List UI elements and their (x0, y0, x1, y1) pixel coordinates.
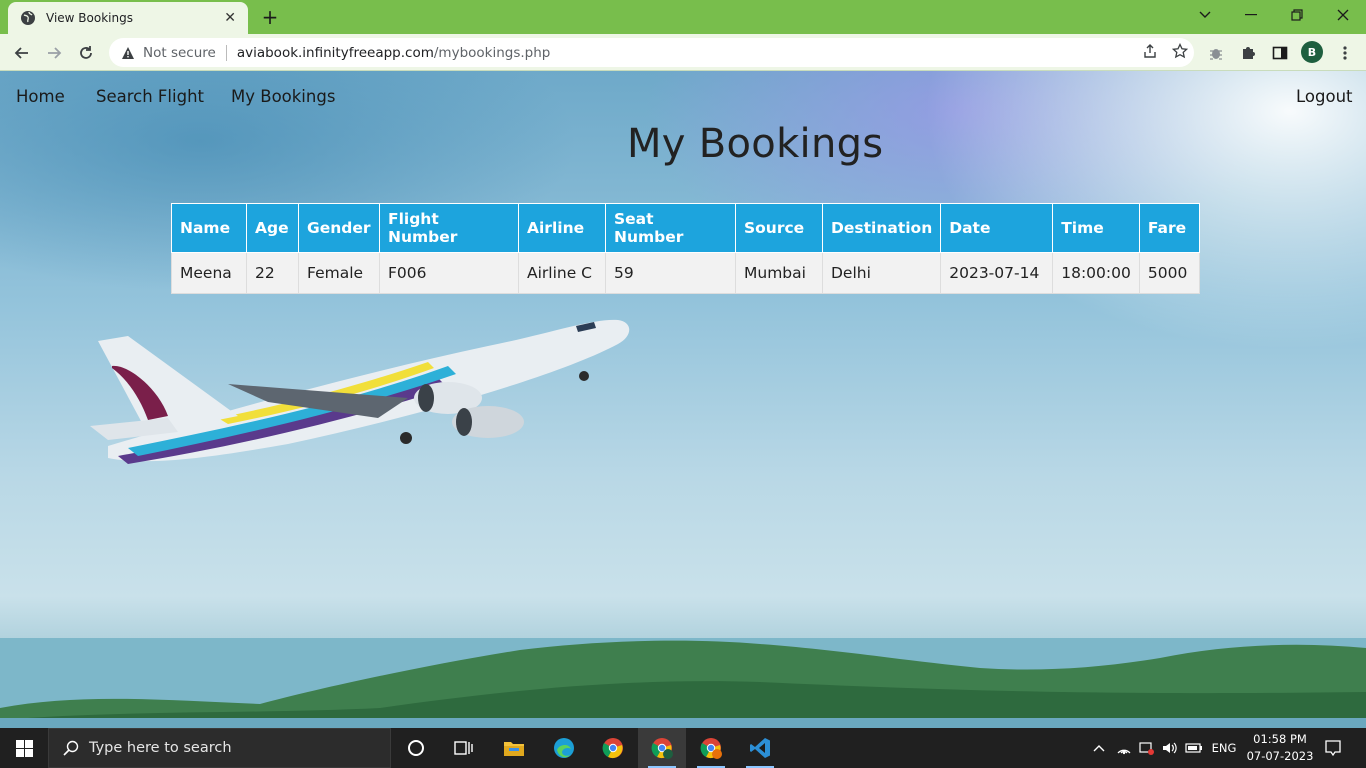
column-header: Destination (821, 203, 942, 253)
url-domain: aviabook.infinityfreeapp.com (236, 44, 434, 61)
page-content: Home Search Flight My Bookings Logout My… (0, 71, 1366, 728)
table-cell: Delhi (821, 252, 942, 294)
airplane-image (90, 319, 630, 464)
chrome-icon[interactable] (589, 728, 637, 768)
table-header-row: Name Age Gender Flight Number Airline Se… (171, 203, 1200, 253)
table-row: Meena 22 Female F006 Airline C 59 Mumbai… (171, 252, 1200, 294)
taskbar-search-box[interactable]: Type here to search (48, 728, 391, 768)
bug-extension-icon[interactable] (1205, 42, 1227, 64)
table-cell: 22 (246, 252, 299, 294)
clock-time: 01:58 PM (1253, 732, 1307, 746)
notifications-icon[interactable] (1322, 728, 1344, 768)
forward-button[interactable] (40, 39, 68, 67)
address-divider (225, 44, 227, 61)
clock-date: 07-07-2023 (1246, 749, 1314, 763)
edge-browser-icon[interactable] (540, 728, 588, 768)
column-header: Gender (298, 203, 380, 253)
column-header: Age (246, 203, 299, 253)
restore-button[interactable] (1274, 0, 1320, 30)
new-tab-button[interactable]: + (258, 5, 282, 29)
column-header: Source (735, 203, 823, 253)
nav-home-link[interactable]: Home (16, 87, 65, 106)
browser-tab-bar: View Bookings ✕ + (0, 0, 1366, 34)
meet-now-icon[interactable] (1136, 728, 1158, 768)
island-background (0, 638, 1366, 728)
table-cell: 2023-07-14 (940, 252, 1054, 294)
chrome-profile-b-icon[interactable] (638, 728, 686, 768)
table-cell: Female (298, 252, 380, 294)
chrome-profile-m-icon[interactable] (687, 728, 735, 768)
bookings-table: Name Age Gender Flight Number Airline Se… (171, 203, 1200, 294)
column-header: Flight Number (379, 203, 519, 253)
windows-logo-icon (15, 739, 33, 757)
column-header: Fare (1138, 203, 1200, 253)
browser-toolbar: Not secure aviabook.infinityfreeapp.com /… (0, 34, 1366, 71)
tab-search-icon[interactable] (1182, 0, 1228, 30)
taskbar-clock[interactable]: 01:58 PM 07-07-2023 (1240, 731, 1320, 765)
side-panel-icon[interactable] (1269, 42, 1291, 64)
url-path: /mybookings.php (433, 44, 551, 61)
profile-avatar[interactable]: B (1301, 41, 1323, 63)
minimize-button[interactable] (1228, 0, 1274, 30)
column-header: Name (171, 203, 247, 253)
extensions-puzzle-icon[interactable] (1237, 42, 1259, 64)
volume-icon[interactable] (1159, 728, 1181, 768)
browser-tab[interactable]: View Bookings ✕ (8, 2, 248, 34)
security-label[interactable]: Not secure (143, 45, 216, 61)
table-cell: 5000 (1138, 252, 1200, 294)
table-cell: F006 (379, 252, 519, 294)
table-cell: Meena (171, 252, 247, 294)
back-button[interactable] (8, 39, 36, 67)
column-header: Seat Number (605, 203, 736, 253)
warning-icon (122, 46, 134, 59)
address-bar[interactable]: Not secure aviabook.infinityfreeapp.com /… (109, 38, 1194, 67)
cortana-icon[interactable] (392, 728, 440, 768)
close-tab-icon[interactable]: ✕ (224, 10, 236, 26)
column-header: Time (1052, 203, 1140, 253)
nav-logout-link[interactable]: Logout (1296, 87, 1353, 106)
reload-button[interactable] (72, 39, 100, 67)
table-cell: 59 (605, 252, 736, 294)
nav-search-flight-link[interactable]: Search Flight (96, 87, 204, 106)
close-window-button[interactable] (1320, 0, 1366, 30)
windows-taskbar: Type here to search ENG 01:58 PM 07-07-2… (0, 728, 1366, 768)
show-hidden-icons-chevron-icon[interactable] (1088, 728, 1110, 768)
tab-title: View Bookings (46, 11, 133, 25)
task-view-icon[interactable] (440, 728, 488, 768)
vscode-icon[interactable] (736, 728, 784, 768)
table-cell: Airline C (518, 252, 606, 294)
file-explorer-icon[interactable] (490, 728, 538, 768)
start-button[interactable] (0, 728, 48, 768)
column-header: Airline (518, 203, 606, 253)
taskbar-search-placeholder: Type here to search (89, 740, 232, 756)
nav-my-bookings-link[interactable]: My Bookings (231, 87, 335, 106)
more-menu-icon[interactable] (1334, 42, 1356, 64)
globe-icon (21, 11, 35, 25)
network-icon[interactable] (1113, 728, 1135, 768)
bookmark-star-icon[interactable] (1171, 42, 1189, 63)
search-icon (63, 740, 79, 756)
language-indicator[interactable]: ENG (1207, 728, 1241, 768)
battery-icon[interactable] (1183, 728, 1205, 768)
share-icon[interactable] (1142, 43, 1158, 63)
column-header: Date (940, 203, 1054, 253)
table-cell: 18:00:00 (1052, 252, 1140, 294)
page-title: My Bookings (627, 121, 884, 167)
site-navbar: Home Search Flight My Bookings Logout (0, 71, 1366, 123)
table-cell: Mumbai (735, 252, 823, 294)
